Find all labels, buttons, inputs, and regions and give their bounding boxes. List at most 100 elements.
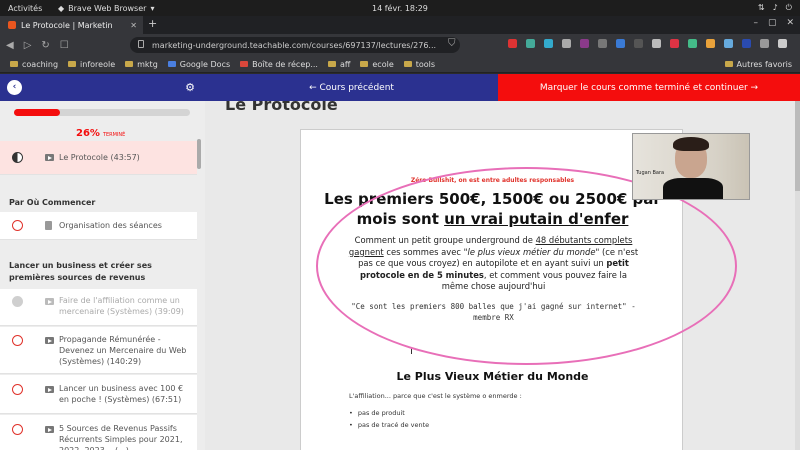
reload-icon[interactable]: ↻ [41,40,49,51]
extension-icon[interactable] [526,39,535,48]
lesson-title: Propagande Rémunérée - Devenez un Mercen… [59,335,187,366]
gear-icon[interactable]: ⚙ [185,81,195,94]
maximize-icon[interactable]: ▢ [768,18,777,28]
bookmark-folder[interactable]: inforeole [68,60,115,69]
progress-percent: 26% TERMINÉ [76,128,126,139]
bullet-item: pas de tracé de vente [349,421,429,429]
nav-buttons: ◀ ▷ ↻ ☐ [6,40,69,51]
bullet-item: pas de produit [349,409,405,417]
page-scrollbar[interactable] [795,101,800,450]
completed-check-icon [12,296,23,307]
gmail-icon [240,61,249,67]
extension-icon[interactable] [742,39,751,48]
folder-icon [403,61,412,67]
extension-icon[interactable] [598,39,607,48]
course-sidebar: 26% TERMINÉ Le Protocole (43:57) Par Où C… [0,101,205,450]
power-icon: ⏻ [785,3,792,12]
lecture-title: Le Protocole [225,101,338,114]
close-window-icon[interactable]: ✕ [786,18,794,28]
brave-shield-icon[interactable]: ⛉ [448,38,456,49]
new-tab-icon[interactable]: + [148,17,157,30]
bookmark-folder[interactable]: coaching [10,60,58,69]
not-started-icon [12,220,23,231]
sidebar-scrollbar[interactable] [197,139,201,169]
webcam-person [663,178,723,199]
minimize-icon[interactable]: – [753,18,758,28]
video-icon [45,426,54,433]
window-controls: – ▢ ✕ [753,18,794,28]
network-icon: ⇅ [757,3,765,12]
docs-icon [167,61,176,67]
bookmark-folder[interactable]: mktg [125,60,158,69]
folder-icon [10,61,18,67]
extension-icon[interactable] [760,39,769,48]
extension-icon[interactable] [634,39,643,48]
clock[interactable]: 14 févr. 18:29 [372,4,428,13]
site-favicon-icon [8,21,16,29]
menu-icon[interactable] [778,39,787,48]
extension-icon[interactable] [544,39,553,48]
scrollbar-thumb[interactable] [795,101,800,191]
other-bookmarks[interactable]: Autres favoris [724,60,792,69]
os-top-bar: Activités ◆ Brave Web Browser ▾ 14 févr.… [0,0,800,16]
video-icon [45,154,54,161]
course-sidebar-header: ‹ ⚙ [0,74,205,101]
extension-icon[interactable] [580,39,589,48]
lesson-row[interactable]: Propagande Rémunérée - Devenez un Mercen… [0,327,197,374]
bookmark-icon[interactable]: ☐ [60,40,69,51]
video-icon [45,386,54,393]
extension-icon[interactable] [688,39,697,48]
url-text: marketing-underground.teachable.com/cour… [152,40,437,50]
section-intro: L'affiliation... parce que c'est le syst… [349,392,522,400]
extension-icon[interactable] [724,39,733,48]
lesson-title: Le Protocole (43:57) [59,153,140,162]
folder-icon [125,61,134,67]
brave-icon: ◆ [58,3,65,13]
tab-strip: Le Protocole | Marketin ✕ + – ▢ ✕ [0,16,800,34]
tab-title: Le Protocole | Marketin [21,20,113,30]
half-progress-icon [12,152,23,163]
previous-lesson-button[interactable]: ← Cours précédent [205,74,498,101]
app-name: Brave Web Browser [68,3,147,13]
extension-icon[interactable] [562,39,571,48]
lesson-row[interactable]: Organisation des séances [0,212,197,240]
lesson-title: Faire de l'affiliation comme un mercenai… [59,296,184,316]
lesson-row[interactable]: Lancer un business avec 100 € en poche !… [0,375,197,414]
section-heading: Le Plus Vieux Métier du Monde [396,370,589,383]
current-lesson-row[interactable]: Le Protocole (43:57) [0,141,197,175]
forward-icon[interactable]: ▷ [24,40,32,51]
bookmark-link[interactable]: Boîte de récep... [240,60,318,69]
volume-icon: ♪ [772,3,778,12]
back-icon[interactable]: ◀ [6,40,14,51]
bookmark-folder[interactable]: aff [327,60,350,69]
extension-icon[interactable] [670,39,679,48]
activities-button[interactable]: Activités [8,4,42,13]
complete-and-continue-button[interactable]: Marquer le cours comme terminé et contin… [498,74,800,101]
webcam-hair [673,137,709,151]
not-started-icon [12,384,23,395]
section-title: Par Où Commencer [0,197,197,209]
lesson-title: Lancer un business avec 100 € en poche !… [59,384,184,404]
webcam-overlay[interactable]: Tugan Bara [632,133,750,200]
document-icon [45,221,52,230]
video-icon [45,337,54,344]
system-tray[interactable]: ⇅ ♪ ⏻ [758,3,792,13]
extension-icon[interactable] [616,39,625,48]
extension-icon[interactable] [706,39,715,48]
extension-icon[interactable] [652,39,661,48]
lesson-row[interactable]: 5 Sources de Revenus Passifs Récurrents … [0,415,197,450]
active-app-indicator[interactable]: ◆ Brave Web Browser ▾ [58,4,154,13]
browser-tab[interactable]: Le Protocole | Marketin ✕ [0,16,143,34]
bookmark-link[interactable]: Google Docs [167,60,230,69]
lesson-title: 5 Sources de Revenus Passifs Récurrents … [59,424,183,450]
url-bar[interactable]: marketing-underground.teachable.com/cour… [130,37,460,53]
folder-icon [68,61,77,67]
extension-icon[interactable] [508,39,517,48]
bookmarks-bar: coaching inforeole mktg Google Docs Boît… [0,56,800,73]
bookmark-folder[interactable]: ecole [360,60,394,69]
bookmark-folder[interactable]: tools [403,60,435,69]
close-tab-icon[interactable]: ✕ [130,21,137,30]
back-to-course-button[interactable]: ‹ [7,80,22,95]
chevron-down-icon: ▾ [150,3,155,13]
lesson-row[interactable]: Faire de l'affiliation comme un mercenai… [0,289,197,326]
